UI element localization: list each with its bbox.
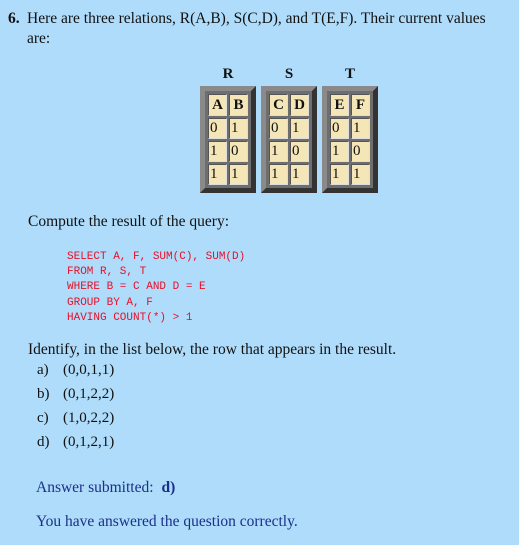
option-value: (1,0,2,2) <box>63 410 115 426</box>
option-label: a) <box>37 362 49 378</box>
option-d: d) (0,1,2,1) <box>37 432 114 456</box>
column-header: F <box>351 94 370 116</box>
sql-query: SELECT A, F, SUM(C), SUM(D) FROM R, S, T… <box>67 251 246 324</box>
column-header: E <box>330 94 349 116</box>
option-value: (0,1,2,1) <box>63 434 115 450</box>
column-header: B <box>229 94 248 116</box>
relation-name: T <box>344 66 355 82</box>
table-cell: 1 <box>269 164 288 185</box>
table-cell: 0 <box>351 141 370 162</box>
options-list: a) (0,0,1,1) b) (0,1,2,2) c) (1,0,2,2) d) (0… <box>37 360 114 456</box>
question-text: Here are three relations, R(A,B), S(C,D)… <box>27 10 486 47</box>
table-cell: 1 <box>269 141 288 162</box>
option-label: d) <box>37 434 50 450</box>
feedback-message: You have answered the question correctly… <box>36 513 298 530</box>
relation-table: EF011011 <box>322 86 378 193</box>
table-cell: 1 <box>208 164 227 185</box>
answer-value: d) <box>161 479 176 496</box>
table-row: 11 <box>269 164 309 185</box>
table-cell: 1 <box>208 141 227 162</box>
relation-s: SCD011011 <box>261 64 317 193</box>
answer-submitted: Answer submitted: d) <box>36 479 175 497</box>
table-cell: 1 <box>351 118 370 139</box>
column-header: C <box>269 94 288 116</box>
relation-r: RAB011011 <box>200 64 256 193</box>
table-cell: 1 <box>229 118 248 139</box>
table-row: 10 <box>208 141 248 162</box>
identify-prompt: Identify, in the list below, the row tha… <box>28 341 397 358</box>
option-c: c) (1,0,2,2) <box>37 408 114 432</box>
option-label: b) <box>37 386 50 402</box>
table-row: 11 <box>330 164 370 185</box>
column-header: D <box>290 94 309 116</box>
table-row: 01 <box>269 118 309 139</box>
relation-name: R <box>222 66 234 82</box>
column-header: A <box>208 94 227 116</box>
relation-table: CD011011 <box>261 86 317 193</box>
table-cell: 0 <box>208 118 227 139</box>
table-cell: 1 <box>330 141 349 162</box>
relation-table: AB011011 <box>200 86 256 193</box>
table-cell: 0 <box>330 118 349 139</box>
table-row: 01 <box>208 118 248 139</box>
table-cell: 0 <box>229 141 248 162</box>
relation-name: S <box>284 66 294 82</box>
relation-t: TEF011011 <box>322 64 378 193</box>
table-cell: 1 <box>229 164 248 185</box>
answer-label: Answer submitted: <box>36 479 154 496</box>
table-row: 01 <box>330 118 370 139</box>
table-row: 10 <box>330 141 370 162</box>
table-cell: 1 <box>290 164 309 185</box>
table-cell: 0 <box>290 141 309 162</box>
table-cell: 1 <box>330 164 349 185</box>
option-value: (0,1,2,2) <box>63 386 115 402</box>
compute-prompt: Compute the result of the query: <box>28 213 230 230</box>
table-cell: 1 <box>351 164 370 185</box>
option-b: b) (0,1,2,2) <box>37 384 114 408</box>
option-label: c) <box>37 410 49 426</box>
table-row: 11 <box>208 164 248 185</box>
relations: RAB011011SCD011011TEF011011 <box>200 64 378 193</box>
option-value: (0,0,1,1) <box>63 362 115 378</box>
question: 6. Here are three relations, R(A,B), S(C… <box>8 9 508 49</box>
option-a: a) (0,0,1,1) <box>37 360 114 384</box>
table-cell: 1 <box>290 118 309 139</box>
question-number: 6. <box>8 10 20 27</box>
table-row: 10 <box>269 141 309 162</box>
table-cell: 0 <box>269 118 288 139</box>
